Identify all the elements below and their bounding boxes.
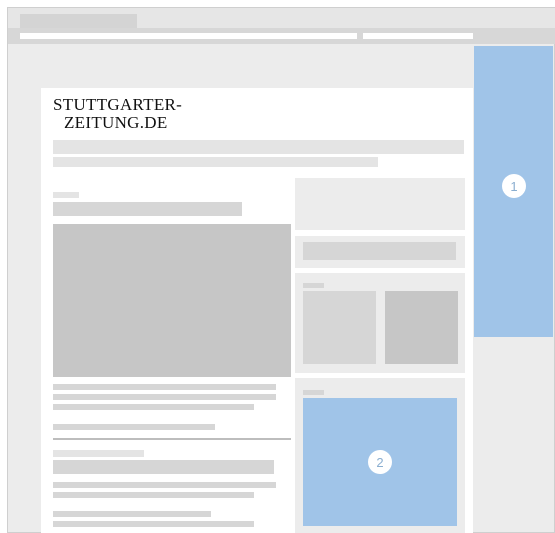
ad-slot-2-number: 2 <box>376 454 384 470</box>
sidebar-gallery-kicker <box>303 283 324 288</box>
article-text-line <box>53 394 276 400</box>
navigation-bar[interactable] <box>53 140 464 154</box>
logo-line-1: STUTTGARTER- <box>53 95 183 114</box>
sidebar-gallery-box <box>295 273 465 373</box>
article-text-line <box>53 521 254 527</box>
article-text-line <box>53 482 276 488</box>
ad-slot-1-badge: 1 <box>502 174 526 198</box>
article-text-line <box>53 492 254 498</box>
article-headline[interactable] <box>53 202 242 216</box>
sidebar-gallery-thumb[interactable] <box>385 291 458 364</box>
article-headline[interactable] <box>53 460 274 474</box>
article-divider <box>53 438 291 440</box>
address-bar[interactable] <box>20 33 357 39</box>
ad-slot-1: 1 <box>474 46 553 337</box>
search-bar[interactable] <box>363 33 473 39</box>
ad-slot-2-badge: 2 <box>368 450 392 474</box>
logo-line-2: ZEITUNG.DE <box>64 113 168 132</box>
article-text-line <box>53 404 254 410</box>
sidebar-search-box <box>295 236 465 268</box>
sidebar-search-field[interactable] <box>303 242 456 260</box>
sidebar-gallery-thumb[interactable] <box>303 291 376 364</box>
sidebar-teaser-box[interactable] <box>295 178 465 230</box>
article-text-line <box>53 384 276 390</box>
article-kicker <box>53 450 144 457</box>
article-kicker <box>53 192 79 198</box>
article-text-line <box>53 511 211 517</box>
sub-navigation-bar[interactable] <box>53 157 378 167</box>
article-text-line <box>53 424 215 430</box>
sidebar-ad-kicker <box>303 390 324 395</box>
browser-tab[interactable] <box>20 14 137 28</box>
ad-slot-2: 2 <box>303 398 457 526</box>
article-image[interactable] <box>53 224 291 377</box>
sidebar-ad-box: 2 <box>295 378 465 533</box>
ad-slot-1-number: 1 <box>510 178 518 194</box>
site-logo[interactable]: STUTTGARTER- ZEITUNG.DE <box>53 96 253 132</box>
